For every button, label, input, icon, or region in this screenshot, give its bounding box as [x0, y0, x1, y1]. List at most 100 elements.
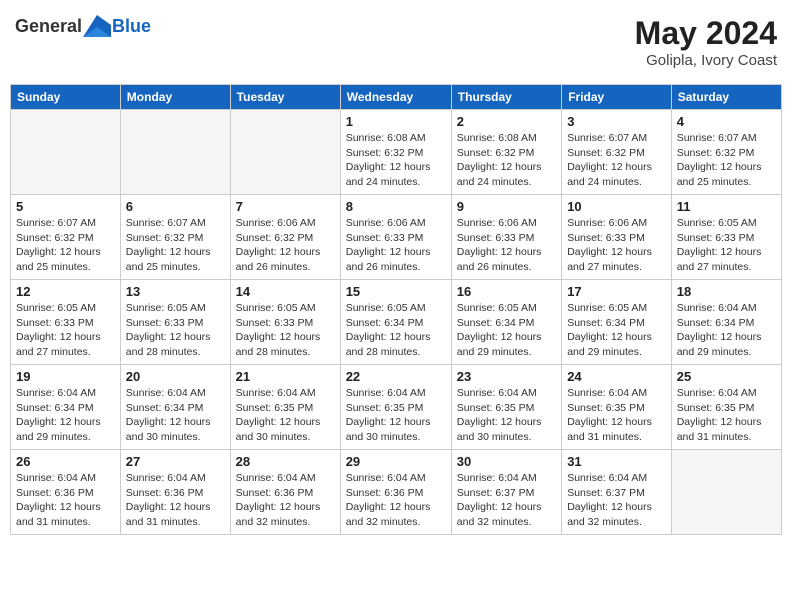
calendar-cell: 24 Sunrise: 6:04 AMSunset: 6:35 PMDayligh…: [562, 365, 672, 450]
calendar-cell: 11 Sunrise: 6:05 AMSunset: 6:33 PMDayligh…: [671, 195, 781, 280]
day-number: 11: [677, 199, 776, 214]
day-number: 3: [567, 114, 666, 129]
day-info: Sunrise: 6:04 AMSunset: 6:35 PMDaylight:…: [236, 386, 335, 445]
week-row-4: 26 Sunrise: 6:04 AMSunset: 6:36 PMDayligh…: [11, 450, 782, 535]
day-number: 4: [677, 114, 776, 129]
calendar-cell: 12Sunrise: 6:05 AMSunset: 6:33 PMDayligh…: [11, 280, 121, 365]
calendar-cell: 25 Sunrise: 6:04 AMSunset: 6:35 PMDayligh…: [671, 365, 781, 450]
calendar-cell: 7Sunrise: 6:06 AMSunset: 6:32 PMDaylight…: [230, 195, 340, 280]
calendar-cell: 21 Sunrise: 6:04 AMSunset: 6:35 PMDayligh…: [230, 365, 340, 450]
day-info: Sunrise: 6:06 AMSunset: 6:33 PMDaylight:…: [567, 216, 666, 275]
day-number: 6: [126, 199, 225, 214]
calendar-cell: 18Sunrise: 6:04 AMSunset: 6:34 PMDayligh…: [671, 280, 781, 365]
day-info: Sunrise: 6:06 AMSunset: 6:33 PMDaylight:…: [457, 216, 556, 275]
calendar-cell: 16 Sunrise: 6:05 AMSunset: 6:34 PMDayligh…: [451, 280, 561, 365]
day-number: 1: [346, 114, 446, 129]
page-header: General Blue May 2024 Golipla, Ivory Coa…: [10, 10, 782, 74]
day-number: 27: [126, 454, 225, 469]
weekday-header: Friday: [562, 85, 672, 110]
day-info: Sunrise: 6:07 AMSunset: 6:32 PMDaylight:…: [16, 216, 115, 275]
day-number: 7: [236, 199, 335, 214]
calendar-cell: 2Sunrise: 6:08 AMSunset: 6:32 PMDaylight…: [451, 110, 561, 195]
day-info: Sunrise: 6:04 AMSunset: 6:35 PMDaylight:…: [457, 386, 556, 445]
day-info: Sunrise: 6:04 AMSunset: 6:36 PMDaylight:…: [346, 471, 446, 530]
day-info: Sunrise: 6:07 AMSunset: 6:32 PMDaylight:…: [567, 131, 666, 190]
calendar-cell: 23 Sunrise: 6:04 AMSunset: 6:35 PMDayligh…: [451, 365, 561, 450]
day-number: 14: [236, 284, 335, 299]
day-info: Sunrise: 6:06 AMSunset: 6:33 PMDaylight:…: [346, 216, 446, 275]
day-info: Sunrise: 6:04 AMSunset: 6:34 PMDaylight:…: [126, 386, 225, 445]
weekday-header: Monday: [120, 85, 230, 110]
logo-icon: [83, 15, 111, 37]
day-number: 8: [346, 199, 446, 214]
calendar-cell: 14 Sunrise: 6:05 AMSunset: 6:33 PMDayligh…: [230, 280, 340, 365]
day-info: Sunrise: 6:05 AMSunset: 6:34 PMDaylight:…: [457, 301, 556, 360]
day-number: 22: [346, 369, 446, 384]
calendar-cell: 1 Sunrise: 6:08 AMSunset: 6:32 PMDaylight…: [340, 110, 451, 195]
day-info: Sunrise: 6:05 AMSunset: 6:34 PMDaylight:…: [567, 301, 666, 360]
calendar-cell: [11, 110, 121, 195]
weekday-header: Saturday: [671, 85, 781, 110]
day-number: 13: [126, 284, 225, 299]
day-info: Sunrise: 6:07 AMSunset: 6:32 PMDaylight:…: [677, 131, 776, 190]
day-info: Sunrise: 6:05 AMSunset: 6:33 PMDaylight:…: [16, 301, 115, 360]
day-number: 9: [457, 199, 556, 214]
day-number: 23: [457, 369, 556, 384]
day-info: Sunrise: 6:08 AMSunset: 6:32 PMDaylight:…: [457, 131, 556, 190]
day-info: Sunrise: 6:05 AMSunset: 6:33 PMDaylight:…: [236, 301, 335, 360]
day-number: 26: [16, 454, 115, 469]
calendar-cell: [120, 110, 230, 195]
day-number: 20: [126, 369, 225, 384]
day-info: Sunrise: 6:07 AMSunset: 6:32 PMDaylight:…: [126, 216, 225, 275]
calendar-cell: 26Sunrise: 6:04 AMSunset: 6:36 PMDayligh…: [11, 450, 121, 535]
day-info: Sunrise: 6:04 AMSunset: 6:34 PMDaylight:…: [677, 301, 776, 360]
day-info: Sunrise: 6:08 AMSunset: 6:32 PMDaylight:…: [346, 131, 446, 190]
day-info: Sunrise: 6:04 AMSunset: 6:34 PMDaylight:…: [16, 386, 115, 445]
day-number: 16: [457, 284, 556, 299]
calendar-table: SundayMondayTuesdayWednesdayThursdayFrid…: [10, 84, 782, 535]
week-row-2: 12Sunrise: 6:05 AMSunset: 6:33 PMDayligh…: [11, 280, 782, 365]
weekday-header: Wednesday: [340, 85, 451, 110]
calendar-cell: 3 Sunrise: 6:07 AMSunset: 6:32 PMDaylight…: [562, 110, 672, 195]
day-number: 24: [567, 369, 666, 384]
calendar-location: Golipla, Ivory Coast: [635, 52, 777, 69]
calendar-cell: 30 Sunrise: 6:04 AMSunset: 6:37 PMDayligh…: [451, 450, 561, 535]
logo-general-text: General: [15, 16, 82, 37]
day-info: Sunrise: 6:05 AMSunset: 6:33 PMDaylight:…: [677, 216, 776, 275]
day-number: 30: [457, 454, 556, 469]
calendar-cell: 17 Sunrise: 6:05 AMSunset: 6:34 PMDayligh…: [562, 280, 672, 365]
week-row-0: 1 Sunrise: 6:08 AMSunset: 6:32 PMDaylight…: [11, 110, 782, 195]
day-number: 19: [16, 369, 115, 384]
calendar-cell: 9 Sunrise: 6:06 AMSunset: 6:33 PMDaylight…: [451, 195, 561, 280]
day-number: 25: [677, 369, 776, 384]
calendar-cell: [230, 110, 340, 195]
day-number: 5: [16, 199, 115, 214]
week-row-1: 5 Sunrise: 6:07 AMSunset: 6:32 PMDaylight…: [11, 195, 782, 280]
day-info: Sunrise: 6:05 AMSunset: 6:34 PMDaylight:…: [346, 301, 446, 360]
weekday-header: Sunday: [11, 85, 121, 110]
day-info: Sunrise: 6:04 AMSunset: 6:37 PMDaylight:…: [457, 471, 556, 530]
calendar-cell: [671, 450, 781, 535]
weekday-header: Thursday: [451, 85, 561, 110]
day-info: Sunrise: 6:04 AMSunset: 6:36 PMDaylight:…: [236, 471, 335, 530]
day-info: Sunrise: 6:04 AMSunset: 6:35 PMDaylight:…: [677, 386, 776, 445]
weekday-header: Tuesday: [230, 85, 340, 110]
day-number: 21: [236, 369, 335, 384]
day-number: 28: [236, 454, 335, 469]
calendar-cell: 19 Sunrise: 6:04 AMSunset: 6:34 PMDayligh…: [11, 365, 121, 450]
day-number: 17: [567, 284, 666, 299]
calendar-cell: 29 Sunrise: 6:04 AMSunset: 6:36 PMDayligh…: [340, 450, 451, 535]
day-number: 29: [346, 454, 446, 469]
calendar-cell: 13Sunrise: 6:05 AMSunset: 6:33 PMDayligh…: [120, 280, 230, 365]
day-info: Sunrise: 6:04 AMSunset: 6:35 PMDaylight:…: [567, 386, 666, 445]
week-row-3: 19 Sunrise: 6:04 AMSunset: 6:34 PMDayligh…: [11, 365, 782, 450]
calendar-cell: 28 Sunrise: 6:04 AMSunset: 6:36 PMDayligh…: [230, 450, 340, 535]
calendar-cell: 10 Sunrise: 6:06 AMSunset: 6:33 PMDayligh…: [562, 195, 672, 280]
calendar-cell: 4 Sunrise: 6:07 AMSunset: 6:32 PMDaylight…: [671, 110, 781, 195]
day-number: 15: [346, 284, 446, 299]
calendar-title: May 2024: [635, 15, 777, 52]
calendar-cell: 20 Sunrise: 6:04 AMSunset: 6:34 PMDayligh…: [120, 365, 230, 450]
day-info: Sunrise: 6:04 AMSunset: 6:35 PMDaylight:…: [346, 386, 446, 445]
day-number: 10: [567, 199, 666, 214]
weekday-header-row: SundayMondayTuesdayWednesdayThursdayFrid…: [11, 85, 782, 110]
